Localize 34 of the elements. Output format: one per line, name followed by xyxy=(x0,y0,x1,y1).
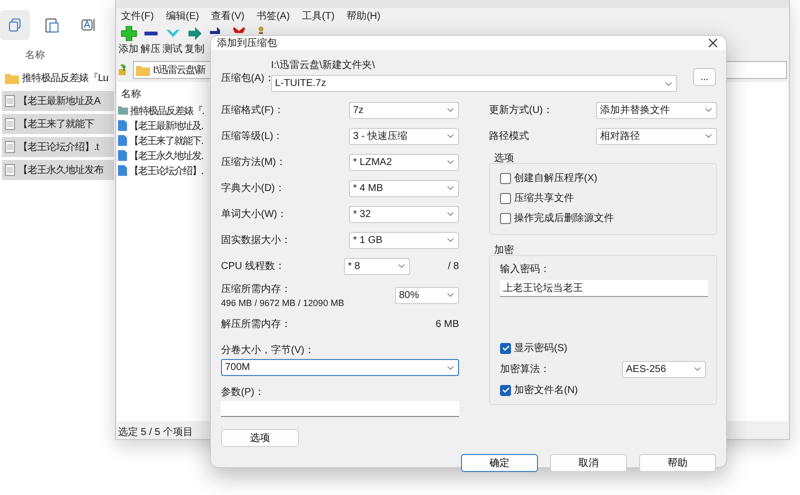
field-label: 固实数据大小： xyxy=(221,234,291,247)
group-title: 加密 xyxy=(494,244,515,255)
field-label: 压缩等级(L)： xyxy=(221,130,284,143)
thread-max: / 8 xyxy=(448,260,459,272)
field-label: 分卷大小，字节(V)： xyxy=(221,344,316,357)
field-label: 单词大小(W)： xyxy=(221,208,288,221)
archive-path: I:\迅雷云盘\新建文件夹\ xyxy=(271,58,376,72)
status-text: 选定 5 / 5 个项目 xyxy=(117,426,194,439)
field-label: 参数(P)： xyxy=(221,386,266,399)
field-label: 压缩所需内存： xyxy=(221,282,292,296)
memory-value: 6 MB xyxy=(436,318,459,330)
field-label: 字典大小(D)： xyxy=(221,182,285,195)
field-label: 压缩方法(M)： xyxy=(221,156,286,169)
dialog-title: 添加到压缩包 xyxy=(217,36,277,50)
field-label: CPU 线程数： xyxy=(221,260,285,273)
file-name: 【老王最新地址及A xyxy=(18,94,100,108)
group-title: 选项 xyxy=(494,152,515,163)
checkbox-label: 创建自解压程序(X) xyxy=(514,172,598,185)
file-name: 【老王永久地址发布 xyxy=(18,164,104,177)
field-label: 解压所需内存： xyxy=(221,318,291,331)
field-label: 加密算法： xyxy=(500,362,550,376)
field-label: 路径模式 xyxy=(489,130,529,143)
checkbox-label: 操作完成后删除源文件 xyxy=(514,212,614,225)
file-name: 【老王论坛介绍】.t xyxy=(18,140,99,154)
field-label: 压缩包(A)： xyxy=(221,72,271,85)
memory-usage: 496 MB / 9672 MB / 12090 MB xyxy=(221,298,344,308)
checkbox-label: 加密文件名(N) xyxy=(514,384,578,397)
field-label: 输入密码： xyxy=(500,262,551,276)
field-label: 压缩格式(F)： xyxy=(221,104,284,117)
checkbox-label: 压缩共享文件 xyxy=(514,192,574,205)
checkbox-label: 显示密码(S) xyxy=(514,342,568,355)
file-name: 【老王来了就能下 xyxy=(18,118,94,131)
file-name: 推特极品反差婊『Lu xyxy=(22,72,108,85)
field-label: 更新方式(U)： xyxy=(489,104,553,117)
